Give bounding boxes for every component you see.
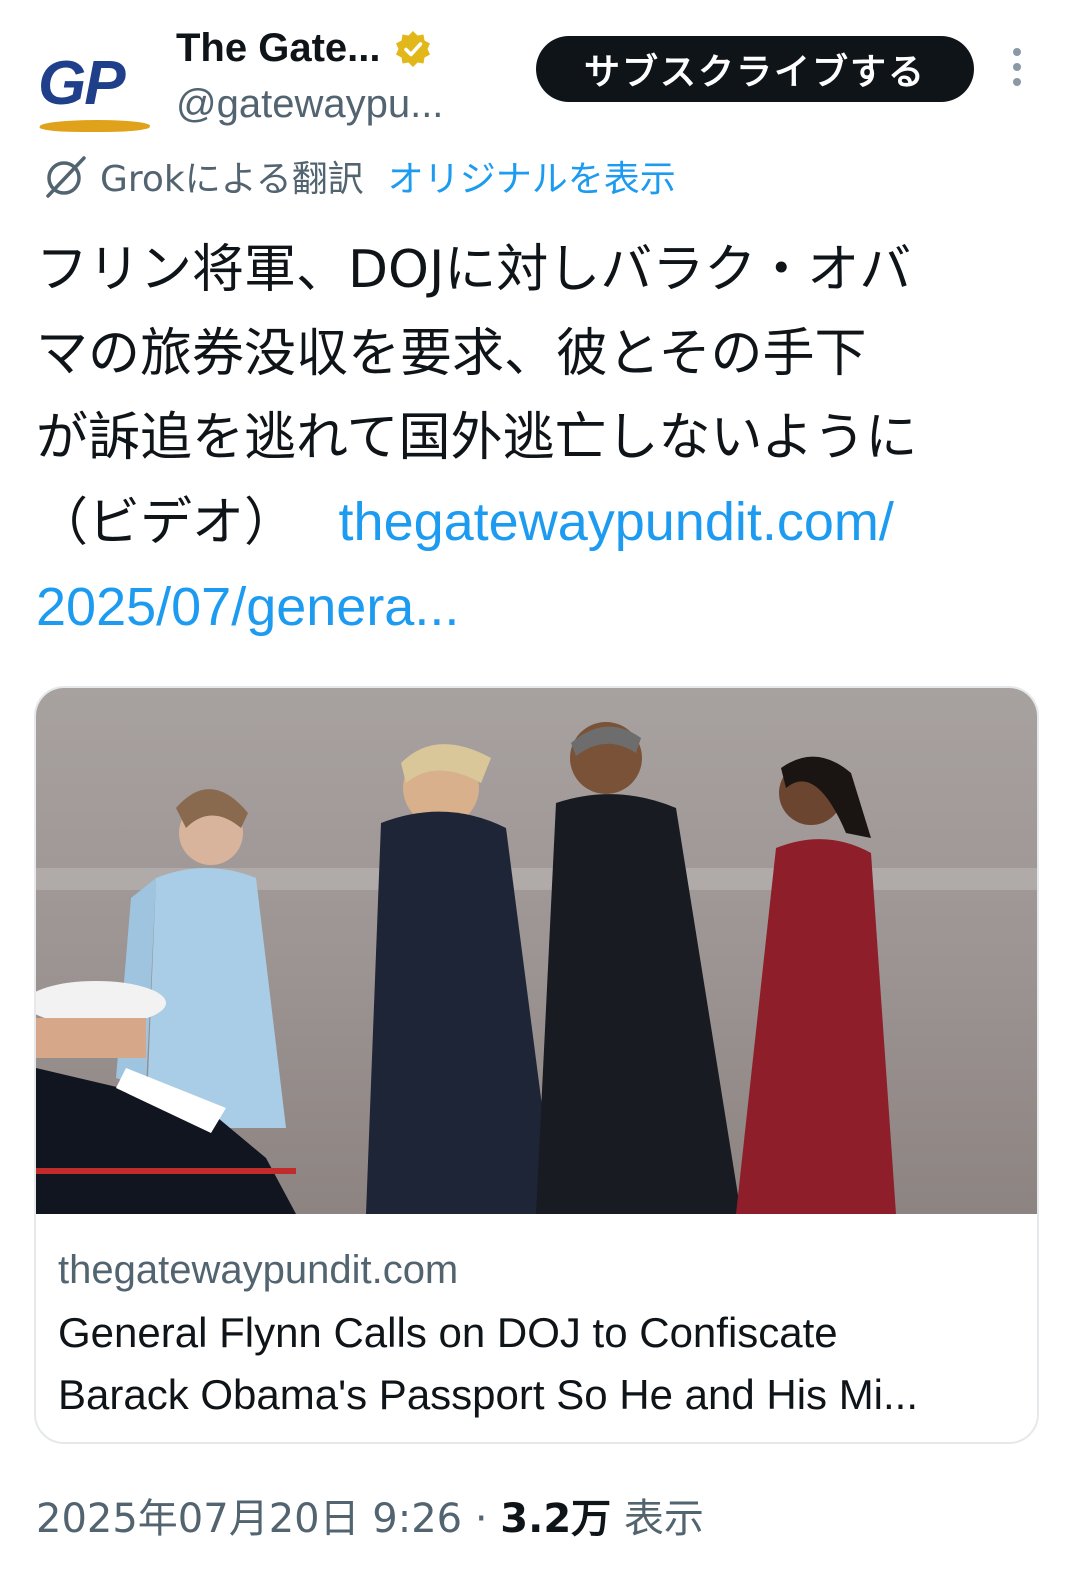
tweet-text-line: マの旅券没収を要求、彼とその手下	[36, 324, 867, 384]
more-options-icon[interactable]	[1005, 48, 1029, 92]
avatar-logo-text: GP	[38, 49, 126, 118]
tweet-text-line: フリン将軍、DOJに対しバラク・オバ	[36, 240, 912, 300]
subscribe-button[interactable]: サブスクライブする	[536, 36, 974, 102]
footer-separator: ·	[474, 1496, 488, 1542]
avatar-logo-swoosh	[37, 120, 153, 132]
tweet-text-video-label: （ビデオ）	[36, 493, 297, 553]
link-preview-card[interactable]: thegatewaypundit.com General Flynn Calls…	[34, 686, 1039, 1444]
account-handle[interactable]: @gatewaypu...	[176, 82, 443, 127]
tweet-footer: 2025年07月20日 9:26 · 3.2万 表示	[36, 1486, 704, 1544]
translation-row: Grokによる翻訳 オリジナルを表示	[40, 150, 676, 202]
tweet-url-link[interactable]: thegatewaypundit.com/	[339, 492, 894, 552]
verified-badge-icon	[395, 30, 430, 67]
card-title-line: General Flynn Calls on DOJ to Confiscate	[58, 1309, 838, 1356]
views-label: 表示	[623, 1496, 704, 1542]
card-meta: thegatewaypundit.com General Flynn Calls…	[58, 1238, 1018, 1426]
tweet-text-line: （ビデオ） thegatewaypundit.com/	[36, 480, 1046, 565]
tweet-timestamp[interactable]: 2025年07月20日 9:26	[36, 1496, 462, 1542]
card-image[interactable]	[36, 688, 1039, 1214]
tweet-header: GP The Gate... @gatewaypu... サブスクライブする	[0, 0, 1080, 150]
show-original-link[interactable]: オリジナルを表示	[388, 150, 676, 202]
views-count: 3.2万	[500, 1496, 612, 1542]
tweet-text: フリン将軍、DOJに対しバラク・オバ マの旅券没収を要求、彼とその手下 が訴追を…	[36, 228, 1046, 649]
account-name-row[interactable]: The Gate...	[176, 26, 433, 71]
card-title-line: Barack Obama's Passport So He and His Mi…	[58, 1371, 919, 1418]
tweet-url-link-continued[interactable]: 2025/07/genera...	[36, 565, 1046, 649]
card-domain: thegatewaypundit.com	[58, 1248, 459, 1292]
tweet-text-line: が訴追を逃れて国外逃亡しないように	[36, 408, 918, 468]
grok-icon	[46, 156, 86, 198]
avatar[interactable]: GP	[30, 30, 153, 140]
account-name[interactable]: The Gate...	[176, 26, 381, 71]
translation-label: Grokによる翻訳	[100, 159, 364, 200]
